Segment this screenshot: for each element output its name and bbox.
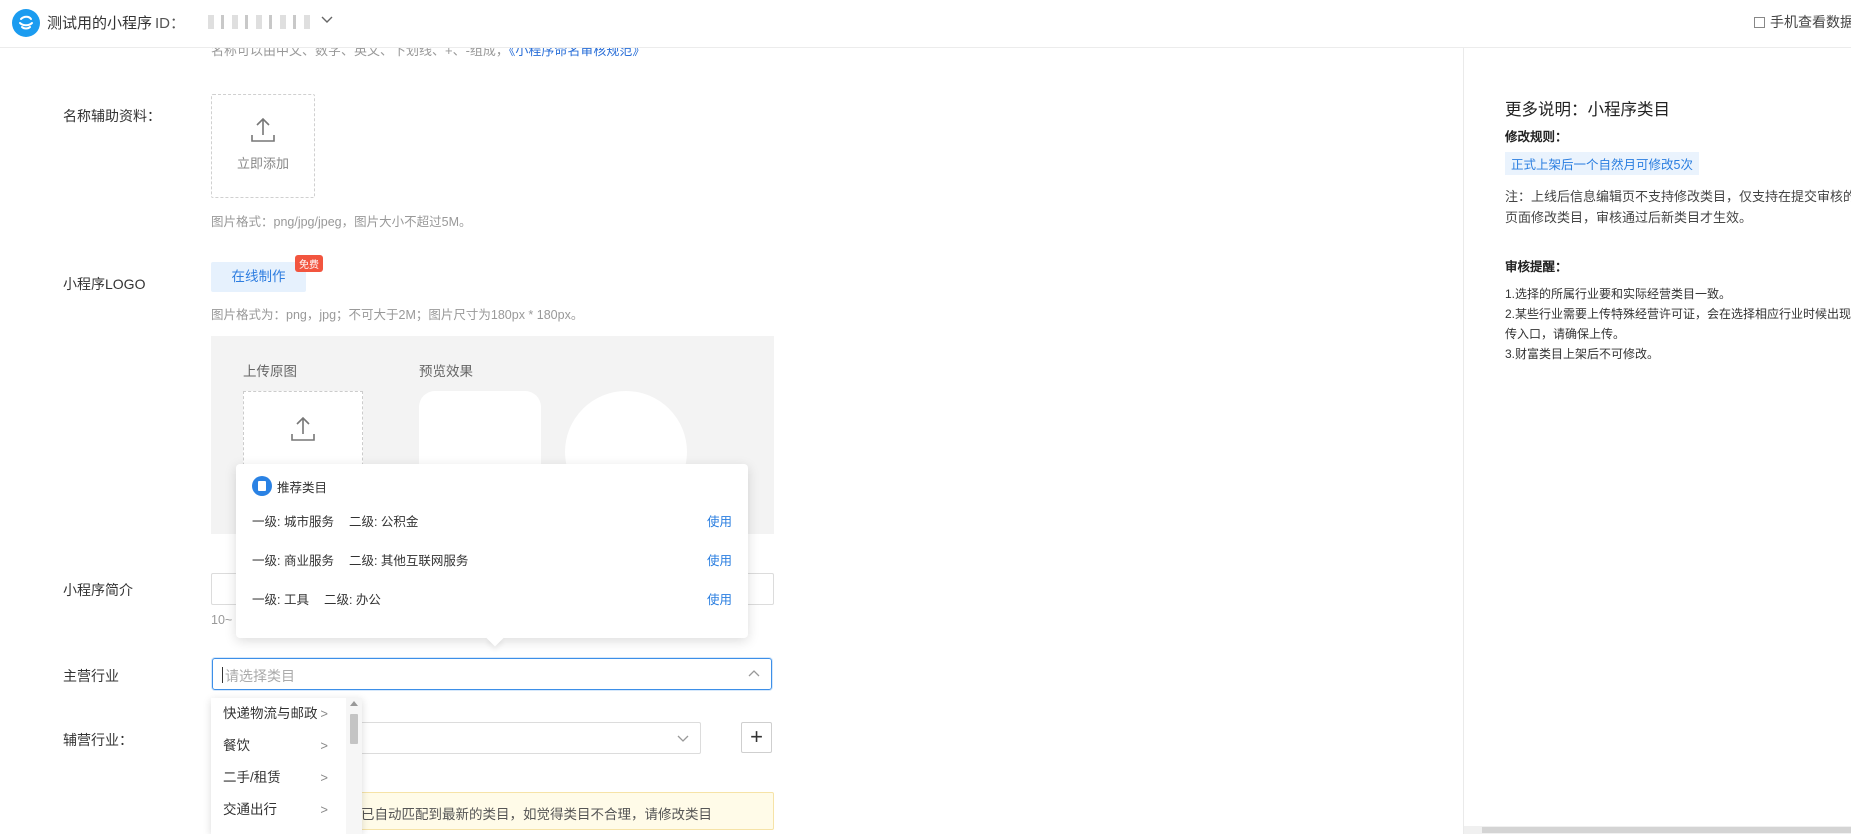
app-logo-icon xyxy=(12,9,40,37)
chevron-down-icon xyxy=(677,735,689,742)
chevron-right-icon: > xyxy=(320,770,328,785)
rules-title: 修改规则： xyxy=(1505,130,1568,144)
app-id-label: ID： xyxy=(155,15,186,32)
recommended-row: 一级: 城市服务 二级: 公积金 使用 xyxy=(252,511,732,531)
chevron-up-icon xyxy=(748,670,760,677)
recommended-level2: 二级: 办公 xyxy=(323,593,381,607)
recommended-level1: 一级: 工具 xyxy=(252,593,309,607)
review-item: 3.财富类目上架后不可修改。 xyxy=(1505,347,1660,361)
cascader-option-label: 交通出行 xyxy=(223,802,277,817)
side-horizontal-scrollbar[interactable] xyxy=(1464,826,1851,834)
add-sub-industry-button[interactable]: + xyxy=(741,722,772,753)
use-category-link[interactable]: 使用 xyxy=(707,511,732,530)
help-side-panel: 更多说明：小程序类目 修改规则： 正式上架后一个自然月可修改5次 注：上线后信息… xyxy=(1463,48,1851,834)
qr-code-icon xyxy=(1754,17,1765,28)
scroll-up-icon[interactable] xyxy=(350,701,358,706)
auto-match-notice-text: 已自动匹配到最新的类目，如觉得类目不合理，请修改类目 xyxy=(361,807,712,822)
app-id-value-masked xyxy=(208,15,313,29)
recommended-level1: 一级: 商业服务 xyxy=(252,554,334,568)
logo-hint: 图片格式为：png，jpg；不可大于2M；图片尺寸为180px * 180px。 xyxy=(211,308,584,322)
main-content: 名称可以由中文、数字、英文、下划线、+、-组成，《小程序命名审核规范》 名称辅助… xyxy=(0,43,1463,834)
main-industry-label: 主营行业 xyxy=(63,668,119,684)
app-name: 测试用的小程序 xyxy=(47,15,153,32)
preview-label: 预览效果 xyxy=(419,364,473,379)
recommended-row: 一级: 商业服务 二级: 其他互联网服务 使用 xyxy=(252,550,732,570)
recommended-level2: 二级: 公积金 xyxy=(348,515,419,529)
review-list: 1.选择的所属行业要和实际经营类目一致。 2.某些行业需要上传特殊经营许可证，会… xyxy=(1505,284,1851,364)
name-aux-hint: 图片格式：png/jpg/jpeg，图片大小不超过5M。 xyxy=(211,215,472,229)
rule-tag: 正式上架后一个自然月可修改5次 xyxy=(1505,152,1699,175)
brief-count: 10~ xyxy=(211,613,233,627)
use-category-link[interactable]: 使用 xyxy=(707,550,732,569)
scrollbar-thumb[interactable] xyxy=(350,714,358,744)
side-title: 更多说明：小程序类目 xyxy=(1505,101,1670,119)
cascader-option-label: 餐饮 xyxy=(223,738,250,753)
main-industry-placeholder: 请选择类目 xyxy=(222,667,295,684)
cascader-option[interactable]: 二手/租赁 > xyxy=(211,762,362,794)
upload-label: 立即添加 xyxy=(236,156,289,171)
upload-icon xyxy=(251,117,275,142)
cascader-option[interactable]: 餐饮 > xyxy=(211,730,362,762)
cascader-option-label: 二手/租赁 xyxy=(223,770,281,785)
brief-label: 小程序简介 xyxy=(63,582,133,598)
main-industry-select[interactable]: 请选择类目 xyxy=(212,658,772,690)
review-item: 1.选择的所属行业要和实际经营类目一致。 xyxy=(1505,287,1732,301)
industry-cascader-menu: 快递物流与邮政 > 餐饮 > 二手/租赁 > 交通出行 > xyxy=(211,698,362,834)
upload-original-label: 上传原图 xyxy=(243,364,297,379)
review-title: 审核提醒： xyxy=(1505,260,1568,274)
rule-note: 注：上线后信息编辑页不支持修改类目，仅支持在提交审核的页面修改类目，审核通过后新… xyxy=(1505,189,1851,225)
top-bar: 测试用的小程序 ID： 手机查看数据 xyxy=(0,0,1851,48)
mobile-view-label: 手机查看数据 xyxy=(1770,14,1851,30)
use-category-link[interactable]: 使用 xyxy=(707,589,732,608)
scrollbar-thumb[interactable] xyxy=(1482,827,1851,833)
chevron-right-icon: > xyxy=(320,706,328,721)
mobile-view-link[interactable]: 手机查看数据 xyxy=(1754,12,1851,32)
name-aux-upload[interactable]: 立即添加 xyxy=(211,94,315,198)
recommended-category-popover: 推荐类目 一级: 城市服务 二级: 公积金 使用 一级: 商业服务 二级: 其他互联… xyxy=(236,464,748,638)
recommended-level1: 一级: 城市服务 xyxy=(252,515,334,529)
name-aux-label: 名称辅助资料： xyxy=(63,108,161,124)
recommended-row: 一级: 工具 二级: 办公 使用 xyxy=(252,589,732,609)
recommended-level2: 二级: 其他互联网服务 xyxy=(348,554,469,568)
popover-header: 推荐类目 xyxy=(252,476,327,496)
cascader-option[interactable]: 交通出行 > xyxy=(211,794,362,826)
chevron-down-icon[interactable] xyxy=(320,13,334,27)
chevron-right-icon: > xyxy=(320,738,328,753)
free-badge: 免费 xyxy=(295,255,323,272)
auto-match-notice: 已自动匹配到最新的类目，如觉得类目不合理，请修改类目 xyxy=(330,792,774,830)
cascader-option-label: 快递物流与邮政 xyxy=(223,706,318,721)
cascader-scrollbar[interactable] xyxy=(346,698,362,834)
bookmark-icon xyxy=(252,476,272,496)
chevron-right-icon: > xyxy=(320,802,328,817)
make-online-button[interactable]: 在线制作 xyxy=(211,262,306,292)
upload-icon xyxy=(291,416,315,441)
popover-title: 推荐类目 xyxy=(277,480,328,495)
sub-industry-label: 辅营行业： xyxy=(63,732,133,748)
cascader-option[interactable]: 快递物流与邮政 > xyxy=(211,698,362,730)
review-item: 2.某些行业需要上传特殊经营许可证，会在选择相应行业时候出现上传入口，请确保上传… xyxy=(1505,307,1851,341)
logo-label: 小程序LOGO xyxy=(63,276,146,292)
